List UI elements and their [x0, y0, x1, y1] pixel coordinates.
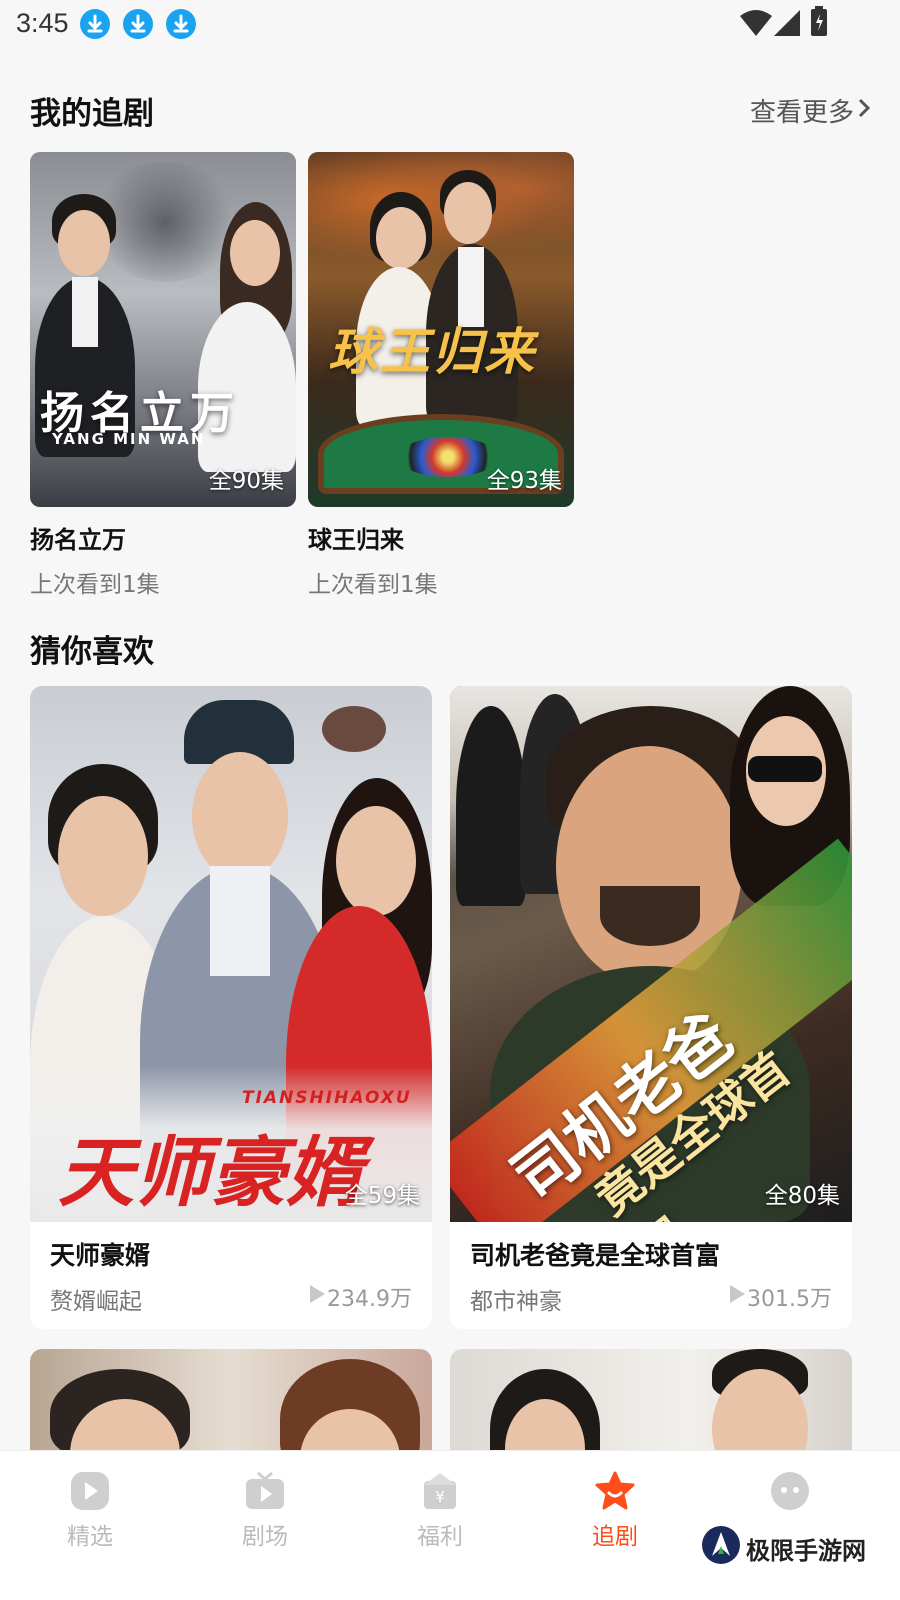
face-icon — [771, 1472, 809, 1510]
nav-label: 福利 — [417, 1524, 463, 1550]
play-count-icon — [730, 1285, 745, 1303]
play-count: 234.9万 — [327, 1287, 412, 1312]
drama-poster[interactable]: 司机老爸 竟是全球首富 全80集 — [450, 686, 852, 1222]
watermark: 极限手游网 — [696, 1522, 886, 1570]
moon-art — [322, 706, 386, 752]
chevron-right-icon[interactable] — [856, 96, 872, 120]
wifi-icon — [740, 10, 772, 36]
watch-progress: 上次看到1集 — [30, 572, 160, 598]
play-circle-icon — [71, 1472, 109, 1510]
watermark-text: 极限手游网 — [746, 1537, 866, 1565]
nav-item-theater[interactable]: 剧场 — [175, 1451, 355, 1600]
play-count: 301.5万 — [747, 1287, 832, 1312]
episode-count-badge: 全59集 — [344, 1183, 420, 1209]
card-title[interactable]: 司机老爸竟是全球首富 — [470, 1236, 720, 1272]
poster-subtitle-art: TIANSHIHAOXU — [242, 1088, 412, 1108]
sunglasses-art — [748, 756, 822, 782]
recommend-card[interactable]: TIANSHIHAOXU 天师豪婿 全59集 天师豪婿 赘婿崛起 234.9万 — [30, 686, 432, 1329]
drama-name[interactable]: 球王归来 — [308, 520, 404, 555]
star-smile-icon — [595, 1471, 635, 1510]
episode-count-badge: 全90集 — [208, 468, 284, 494]
tv-icon — [246, 1471, 284, 1509]
poster-title-art: 球王归来 — [328, 322, 536, 381]
watermark-logo-icon — [702, 1526, 740, 1564]
episode-count-badge: 全93集 — [486, 468, 562, 494]
drama-name[interactable]: 扬名立万 — [30, 520, 126, 555]
battery-icon — [811, 6, 827, 36]
billiard-balls-art — [398, 437, 498, 477]
section-title-recommend: 猜你喜欢 — [30, 634, 154, 670]
download-icon — [166, 9, 196, 39]
play-count-icon — [310, 1285, 325, 1303]
drama-poster[interactable]: TIANSHIHAOXU 天师豪婿 全59集 — [30, 686, 432, 1222]
svg-text:¥: ¥ — [435, 1488, 445, 1506]
nav-label: 追剧 — [592, 1524, 638, 1550]
nav-item-featured[interactable]: 精选 — [0, 1451, 180, 1600]
nav-label: 剧场 — [242, 1524, 288, 1550]
download-icon — [123, 9, 153, 39]
episode-count-badge: 全80集 — [764, 1183, 840, 1209]
section-title-my-dramas: 我的追剧 — [30, 96, 154, 132]
status-bar: 3:45 — [0, 0, 900, 48]
status-time: 3:45 — [16, 8, 69, 38]
card-tag: 都市神豪 — [470, 1289, 562, 1315]
drama-poster[interactable]: 球王归来 全93集 — [308, 152, 574, 507]
poster-subtitle-art: YANG MIN WAN — [52, 430, 206, 448]
card-title[interactable]: 天师豪婿 — [50, 1236, 150, 1272]
poster-title-art: 天师豪婿 — [58, 1128, 362, 1217]
gift-envelope-icon: ¥ — [424, 1473, 456, 1509]
download-icon — [80, 9, 110, 39]
recommend-card[interactable]: 司机老爸 竟是全球首富 全80集 司机老爸竟是全球首富 都市神豪 301.5万 — [450, 686, 852, 1329]
nav-item-following[interactable]: 追剧 — [525, 1451, 705, 1600]
view-more-link[interactable]: 查看更多 — [750, 92, 854, 129]
signal-icon — [774, 10, 800, 36]
nav-item-rewards[interactable]: ¥ 福利 — [350, 1451, 530, 1600]
nav-label: 精选 — [67, 1524, 113, 1550]
card-tag: 赘婿崛起 — [50, 1289, 142, 1315]
drama-poster[interactable]: 扬名立万 YANG MIN WAN 全90集 — [30, 152, 296, 507]
watch-progress: 上次看到1集 — [308, 572, 438, 598]
